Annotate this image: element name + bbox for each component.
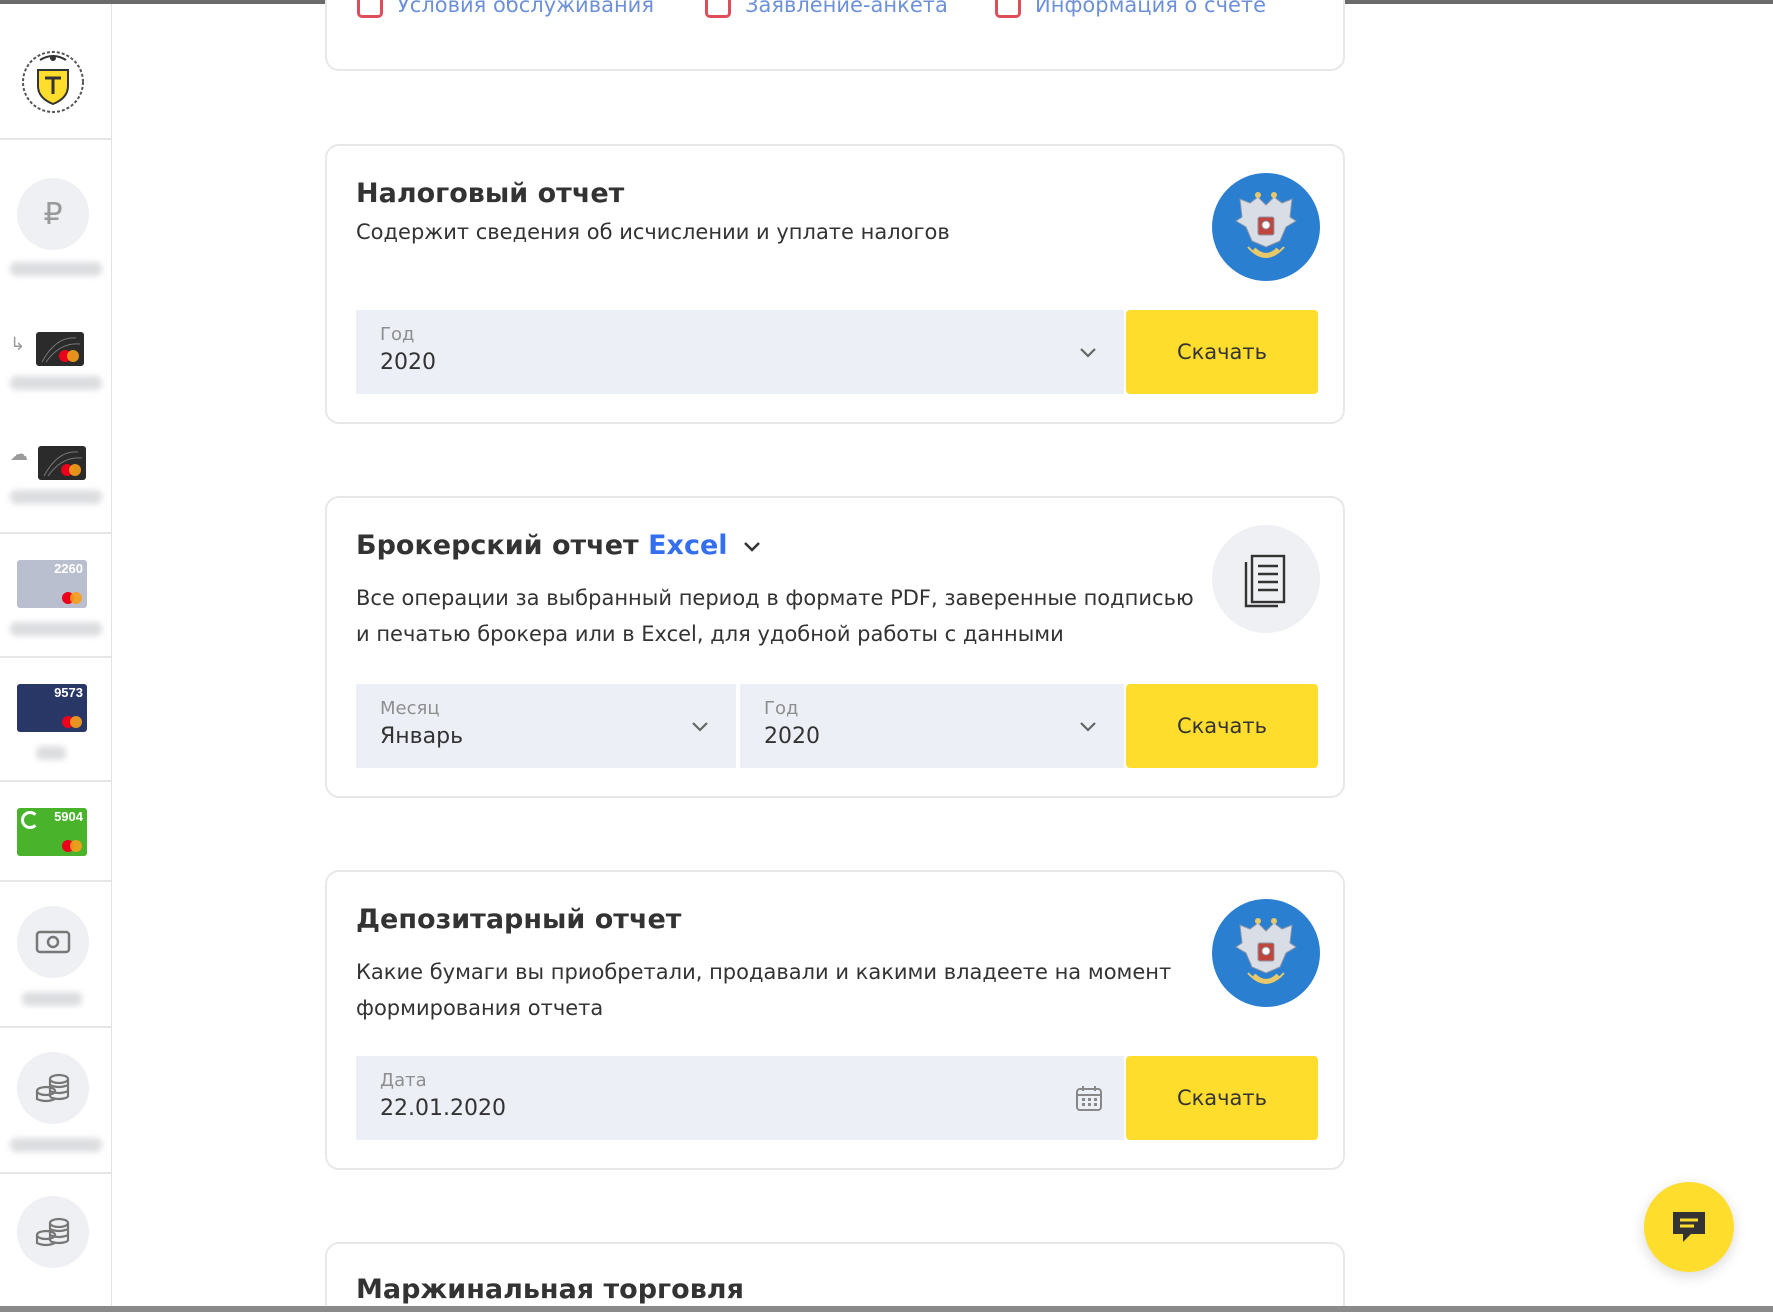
- sidebar-item-card-5904[interactable]: 5904: [17, 808, 87, 856]
- mastercard-icon: [61, 464, 81, 476]
- sidebar-item-card-virtual[interactable]: [38, 446, 86, 480]
- month-select-label: Месяц: [380, 698, 440, 719]
- mastercard-icon: [59, 350, 79, 362]
- month-select-value: Январь: [380, 724, 464, 749]
- broker-report-description-line1: Все операции за выбранный период в форма…: [356, 586, 1194, 610]
- sidebar-item-rub-account[interactable]: ₽: [17, 178, 89, 250]
- tax-report-description: Содержит сведения об исчислении и уплате…: [356, 220, 950, 244]
- sidebar-amount-blurred: [22, 992, 82, 1006]
- download-tax-report-button[interactable]: Скачать: [1126, 310, 1318, 394]
- pdf-file-icon: [995, 0, 1021, 18]
- month-select[interactable]: Месяц Январь: [356, 684, 736, 768]
- date-input[interactable]: Дата 22.01.2020: [356, 1056, 1124, 1140]
- link-account-info[interactable]: Информация о счете: [995, 0, 1266, 18]
- tax-report-card: Налоговый отчет Содержит сведения об исч…: [325, 144, 1345, 424]
- sidebar-divider: [0, 1172, 111, 1174]
- sidebar-amount-blurred: [10, 262, 102, 276]
- broker-report-title-text: Брокерский отчет: [356, 530, 639, 561]
- depository-report-description-line2: формирования отчета: [356, 996, 604, 1020]
- sidebar-item-cash[interactable]: [17, 906, 89, 978]
- sidebar-amount-blurred: [10, 622, 102, 636]
- depository-report-card: Депозитарный отчет Какие бумаги вы приоб…: [325, 870, 1345, 1170]
- broker-report-title: Брокерский отчет Excel: [356, 530, 763, 561]
- card-brand-icon: [21, 811, 39, 829]
- sidebar-item-card-2260[interactable]: 2260: [17, 560, 87, 608]
- broker-report-card: Брокерский отчет Excel Все операции за в…: [325, 496, 1345, 798]
- card-number: 2260: [54, 561, 83, 576]
- depository-report-description-line1: Какие бумаги вы приобретали, продавали и…: [356, 960, 1172, 984]
- coins-icon: [35, 1217, 70, 1247]
- calendar-icon[interactable]: [1074, 1083, 1104, 1113]
- link-service-terms[interactable]: Условия обслуживания: [357, 0, 654, 18]
- document-icon: [1212, 525, 1320, 633]
- link-application-form[interactable]: Заявление-анкета: [705, 0, 948, 18]
- sidebar-item-card-black[interactable]: [36, 332, 84, 366]
- chevron-down-icon: [692, 722, 708, 732]
- year-select-value: 2020: [380, 350, 436, 375]
- card-number: 9573: [54, 685, 83, 700]
- sidebar-divider: [0, 656, 111, 658]
- depository-report-title: Депозитарный отчет: [356, 904, 682, 935]
- sidebar-amount-blurred: [10, 490, 102, 504]
- window-bottom-border: [0, 1306, 1773, 1312]
- chevron-down-icon: [1080, 348, 1096, 358]
- sidebar-amount-blurred: [10, 376, 102, 390]
- mastercard-icon: [62, 840, 82, 852]
- ruble-icon: ₽: [43, 196, 63, 232]
- download-broker-report-button[interactable]: Скачать: [1126, 684, 1318, 768]
- tinkoff-emblem-icon[interactable]: [18, 46, 88, 116]
- pdf-file-icon: [357, 0, 383, 18]
- margin-trading-card: Маржинальная торговля: [325, 1242, 1345, 1312]
- documents-card: Условия обслуживания Заявление-анкета Ин…: [325, 0, 1345, 71]
- sidebar-divider: [0, 880, 111, 882]
- russia-emblem-icon: [1212, 173, 1320, 281]
- year-select[interactable]: Год 2020: [740, 684, 1124, 768]
- sidebar-divider: [0, 1026, 111, 1028]
- wallet-icon: [35, 930, 71, 954]
- link-label: Заявление-анкета: [745, 0, 948, 17]
- margin-trading-title: Маржинальная торговля: [356, 1274, 744, 1305]
- link-label: Условия обслуживания: [397, 0, 654, 17]
- report-format-dropdown[interactable]: Excel: [648, 530, 727, 561]
- sidebar-item-investments-2[interactable]: [17, 1196, 89, 1268]
- year-select[interactable]: Год 2020: [356, 310, 1124, 394]
- chevron-down-icon[interactable]: [741, 538, 763, 554]
- tax-report-title: Налоговый отчет: [356, 178, 625, 209]
- sidebar-amount-blurred: [36, 746, 66, 760]
- sidebar-item-card-9573[interactable]: 9573: [17, 684, 87, 732]
- sidebar-amount-blurred: [10, 1138, 102, 1152]
- year-select-label: Год: [380, 324, 415, 345]
- year-select-value: 2020: [764, 724, 820, 749]
- year-select-label: Год: [764, 698, 799, 719]
- sidebar: ₽ ↳ ☁ 2260 9573 5904: [0, 4, 112, 1306]
- subaccount-arrow-icon: ↳: [10, 334, 26, 355]
- card-number: 5904: [54, 809, 83, 824]
- chevron-down-icon: [1080, 722, 1096, 732]
- chat-button[interactable]: [1644, 1182, 1734, 1272]
- chat-icon: [1673, 1212, 1705, 1242]
- sidebar-divider: [0, 138, 111, 140]
- date-input-label: Дата: [380, 1070, 427, 1091]
- russia-emblem-icon: [1212, 899, 1320, 1007]
- sidebar-divider: [0, 532, 111, 534]
- cloud-icon: ☁: [10, 444, 28, 465]
- sidebar-item-investments[interactable]: [17, 1052, 89, 1124]
- date-input-value: 22.01.2020: [380, 1096, 506, 1121]
- mastercard-icon: [62, 716, 82, 728]
- mastercard-icon: [62, 592, 82, 604]
- download-depository-report-button[interactable]: Скачать: [1126, 1056, 1318, 1140]
- broker-report-description-line2: и печатью брокера или в Excel, для удобн…: [356, 622, 1064, 646]
- link-label: Информация о счете: [1035, 0, 1267, 17]
- pdf-file-icon: [705, 0, 731, 18]
- coins-icon: [35, 1073, 70, 1103]
- sidebar-divider: [0, 780, 111, 782]
